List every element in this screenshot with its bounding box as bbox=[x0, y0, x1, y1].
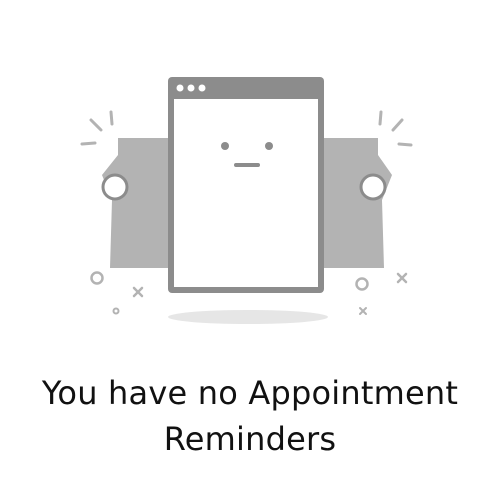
decor-circle-icon bbox=[90, 271, 104, 285]
empty-state-message-line1: You have no Appointment bbox=[41, 374, 459, 412]
empty-state-message: You have no Appointment Reminders bbox=[0, 370, 500, 462]
left-eye-icon bbox=[221, 142, 229, 150]
decor-cross-icon bbox=[359, 307, 367, 315]
ground-shadow bbox=[168, 310, 328, 324]
window-dot-icon bbox=[198, 84, 206, 92]
decor-cross-icon bbox=[396, 272, 408, 284]
right-banner-icon bbox=[322, 138, 392, 268]
left-hand-icon bbox=[101, 173, 129, 201]
window-dot-icon bbox=[187, 84, 195, 92]
right-hand-icon bbox=[359, 173, 387, 201]
decor-cross-icon bbox=[132, 286, 144, 298]
empty-state-message-line2: Reminders bbox=[163, 420, 337, 458]
mouth-icon bbox=[234, 163, 260, 167]
left-sparkle-icon bbox=[80, 110, 114, 146]
window-content-area bbox=[174, 99, 318, 287]
window-dot-icon bbox=[176, 84, 184, 92]
right-eye-icon bbox=[265, 142, 273, 150]
left-banner-icon bbox=[102, 138, 170, 268]
right-sparkle-icon bbox=[378, 110, 413, 147]
empty-window-illustration bbox=[80, 77, 413, 324]
decor-circle-icon bbox=[112, 307, 120, 315]
decor-circle-icon bbox=[355, 277, 369, 291]
